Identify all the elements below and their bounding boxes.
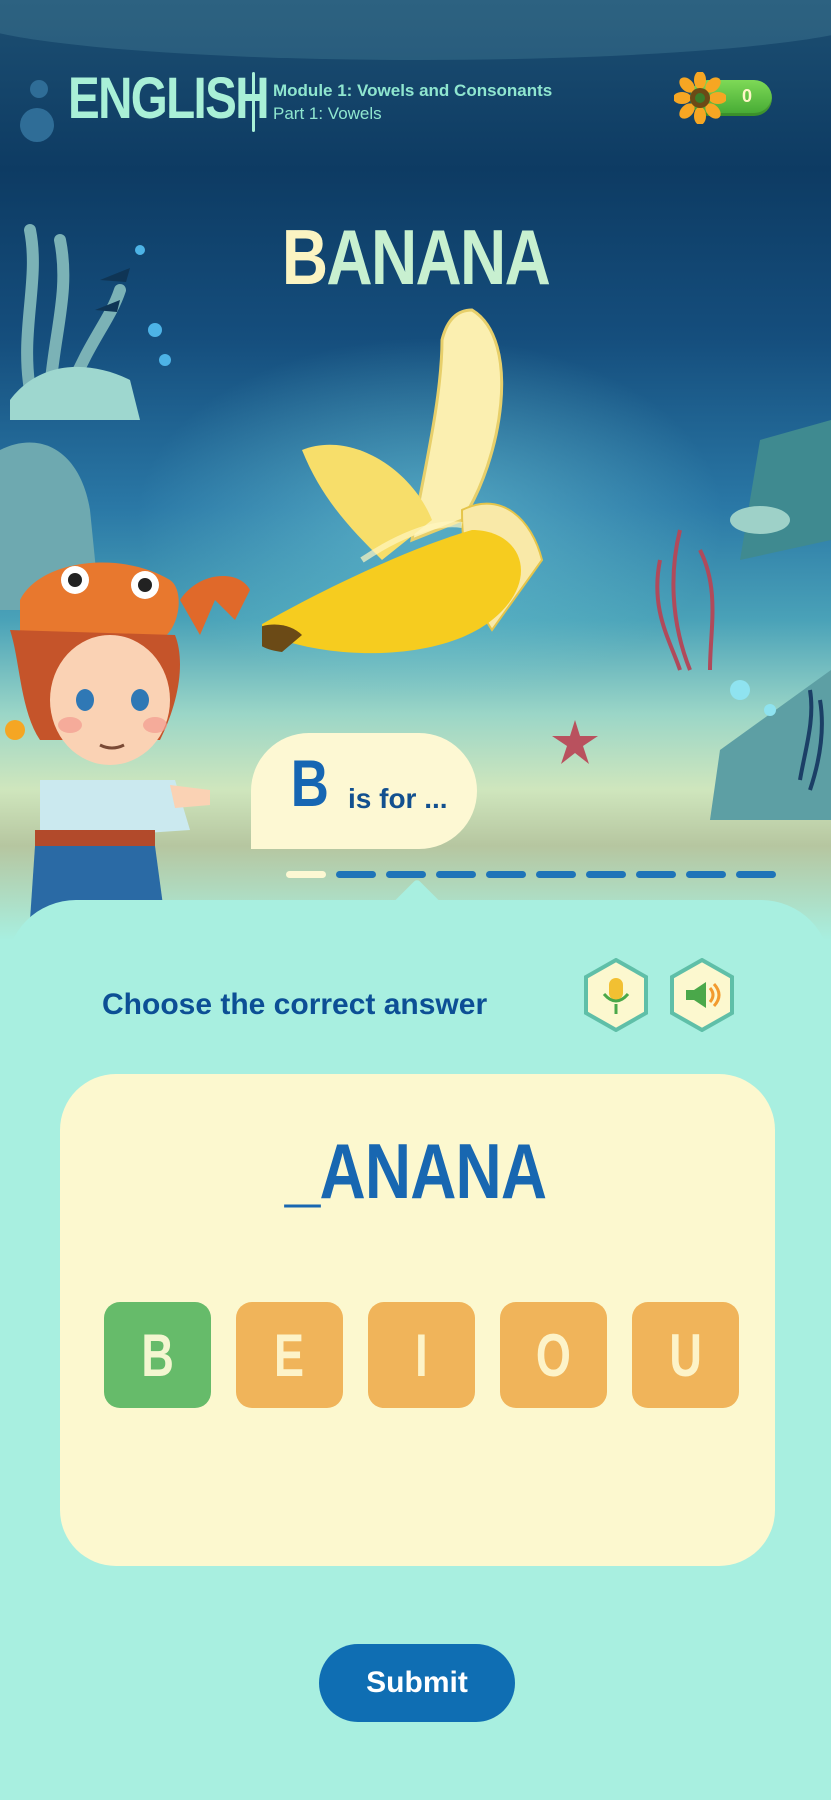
progress-segment xyxy=(336,871,376,878)
progress-segment xyxy=(636,871,676,878)
microphone-button[interactable] xyxy=(582,958,650,1032)
progress-segment xyxy=(536,871,576,878)
option-button[interactable]: O xyxy=(500,1302,607,1408)
progress-segment xyxy=(486,871,526,878)
module-label: Module 1: Vowels and Consonants xyxy=(273,81,553,100)
coral-right-icon xyxy=(655,420,831,820)
progress-segment xyxy=(686,871,726,878)
bubble-icon xyxy=(30,80,48,98)
progress-segment xyxy=(386,871,426,878)
option-label: I xyxy=(415,1321,428,1389)
option-button[interactable]: I xyxy=(368,1302,475,1408)
speech-text: is for ... xyxy=(348,783,448,814)
target-word: BANANA xyxy=(281,213,551,301)
progress-segment xyxy=(736,871,776,878)
submit-button[interactable]: Submit xyxy=(319,1644,515,1722)
option-button[interactable]: U xyxy=(632,1302,739,1408)
option-button[interactable]: E xyxy=(236,1302,343,1408)
option-button[interactable]: B xyxy=(104,1302,211,1408)
blank-word: _ANANA xyxy=(284,1127,547,1215)
lesson-progress xyxy=(286,871,776,879)
word-first-letter: B xyxy=(281,213,328,301)
letter-options: B E I O U xyxy=(104,1302,739,1408)
starfish-icon xyxy=(552,720,598,764)
score-value: 0 xyxy=(741,86,752,106)
option-label: O xyxy=(535,1321,571,1389)
progress-segment xyxy=(586,871,626,878)
quiz-prompt: Choose the correct answer xyxy=(102,988,488,1021)
crab-hat-girl-icon xyxy=(5,562,250,920)
header-divider xyxy=(252,72,255,132)
speaker-button[interactable] xyxy=(668,958,736,1032)
option-label: U xyxy=(669,1321,702,1389)
progress-segment xyxy=(286,871,326,878)
bubble-icon xyxy=(20,108,54,142)
option-label: B xyxy=(141,1321,174,1389)
speech-letter: B xyxy=(290,746,329,820)
part-label: Part 1: Vowels xyxy=(273,104,382,123)
sunflower-icon xyxy=(674,72,726,124)
option-label: E xyxy=(274,1321,305,1389)
subject-title: ENGLISH xyxy=(68,66,270,131)
app-header: ENGLISH Module 1: Vowels and Consonants … xyxy=(0,0,831,142)
progress-segment xyxy=(436,871,476,878)
banana-icon xyxy=(262,308,544,654)
